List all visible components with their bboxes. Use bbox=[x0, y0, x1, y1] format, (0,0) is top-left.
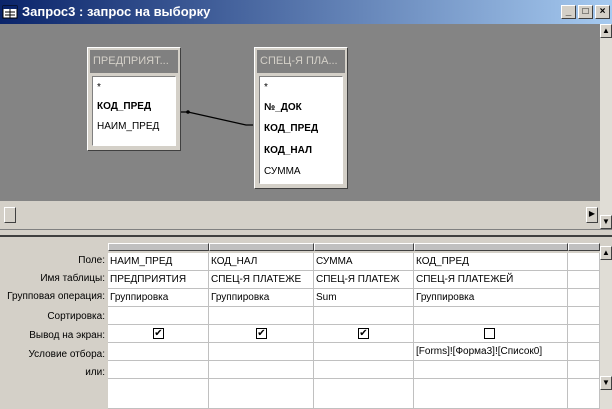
field-item[interactable]: №_ДОК bbox=[264, 102, 302, 113]
field-item[interactable]: * bbox=[264, 82, 268, 93]
grid-cell-criteria[interactable] bbox=[108, 343, 209, 361]
table-box-spec-platezhey[interactable]: СПЕЦ-Я ПЛА... * №_ДОК КОД_ПРЕД КОД_НАЛ С… bbox=[254, 47, 348, 189]
field-item[interactable]: * bbox=[97, 82, 101, 93]
grid-vertical-scrollbar[interactable]: ▲ ▼ bbox=[600, 246, 612, 409]
minimize-button[interactable]: _ bbox=[561, 5, 576, 19]
maximize-icon: □ bbox=[582, 6, 589, 17]
scroll-down-button[interactable]: ▼ bbox=[600, 215, 612, 229]
column-selector[interactable] bbox=[314, 243, 414, 251]
grid-cell-table[interactable]: СПЕЦ-Я ПЛАТЕЖЕЙ bbox=[414, 271, 568, 289]
grid-cell-table[interactable] bbox=[568, 271, 600, 289]
show-checkbox[interactable]: ✔ bbox=[256, 328, 267, 339]
scroll-up-button[interactable]: ▲ bbox=[600, 246, 612, 260]
scroll-down-button[interactable]: ▼ bbox=[600, 376, 612, 390]
grid-cell-blank[interactable] bbox=[314, 379, 414, 409]
scroll-right-icon: ▶ bbox=[588, 209, 596, 218]
grid-cell-show[interactable] bbox=[414, 325, 568, 343]
grid-cell-or[interactable] bbox=[209, 361, 314, 379]
grid-cell-blank[interactable] bbox=[414, 379, 568, 409]
query-icon bbox=[2, 5, 18, 19]
scroll-down-icon: ▼ bbox=[602, 217, 610, 226]
column-selector[interactable] bbox=[414, 243, 568, 251]
grid-cell-criteria[interactable] bbox=[314, 343, 414, 361]
grid-cell-show[interactable]: ✔ bbox=[209, 325, 314, 343]
scroll-up-button[interactable]: ▲ bbox=[600, 24, 612, 38]
grid-cell-field[interactable]: КОД_ПРЕД bbox=[414, 253, 568, 271]
show-checkbox[interactable]: ✔ bbox=[358, 328, 369, 339]
field-list[interactable]: * КОД_ПРЕД НАИМ_ПРЕД bbox=[92, 76, 176, 146]
grid-cell-or[interactable] bbox=[568, 361, 600, 379]
table-box-title[interactable]: ПРЕДПРИЯТ... bbox=[90, 50, 178, 73]
grid-cell-criteria[interactable] bbox=[209, 343, 314, 361]
grid-cell-group[interactable]: Sum bbox=[314, 289, 414, 307]
design-grid[interactable]: Поле: Имя таблицы: Групповая операция: С… bbox=[0, 237, 612, 409]
show-checkbox[interactable] bbox=[484, 328, 495, 339]
grid-cell-field[interactable]: СУММА bbox=[314, 253, 414, 271]
grid-cell-show[interactable]: ✔ bbox=[108, 325, 209, 343]
grid-cell-sort[interactable] bbox=[209, 307, 314, 325]
grid-cell-or[interactable] bbox=[414, 361, 568, 379]
scroll-right-button[interactable]: ▶ bbox=[586, 207, 598, 223]
field-item[interactable]: КОД_ПРЕД bbox=[264, 123, 318, 134]
grid-cell-field[interactable]: КОД_НАЛ bbox=[209, 253, 314, 271]
grid-cell-sort[interactable] bbox=[108, 307, 209, 325]
grid-cell-criteria[interactable]: [Forms]![Форма3]![Список0] bbox=[414, 343, 568, 361]
grid-cell-or[interactable] bbox=[314, 361, 414, 379]
row-label-field: Поле: bbox=[78, 255, 105, 266]
upper-horizontal-scrollbar[interactable]: ▶ bbox=[0, 201, 600, 229]
scroll-thumb[interactable] bbox=[4, 207, 16, 223]
table-pane[interactable]: ПРЕДПРИЯТ... * КОД_ПРЕД НАИМ_ПРЕД СПЕЦ-Я… bbox=[0, 24, 600, 201]
row-label-show: Вывод на экран: bbox=[29, 330, 105, 341]
scroll-up-icon: ▲ bbox=[602, 248, 610, 257]
row-label-or: или: bbox=[85, 367, 105, 378]
grid-cell-group[interactable] bbox=[568, 289, 600, 307]
grid-cell-group[interactable]: Группировка bbox=[414, 289, 568, 307]
show-checkbox[interactable]: ✔ bbox=[153, 328, 164, 339]
grid-cell-group[interactable]: Группировка bbox=[108, 289, 209, 307]
row-label-sort: Сортировка: bbox=[47, 311, 105, 322]
pane-splitter[interactable] bbox=[0, 229, 612, 237]
grid-cell-blank[interactable] bbox=[568, 379, 600, 409]
grid-cell-or[interactable] bbox=[108, 361, 209, 379]
upper-vertical-scrollbar[interactable]: ▲ ▼ bbox=[600, 24, 612, 229]
grid-cell-sort[interactable] bbox=[568, 307, 600, 325]
column-selector[interactable] bbox=[209, 243, 314, 251]
table-box-title[interactable]: СПЕЦ-Я ПЛА... bbox=[257, 50, 345, 73]
grid-cell-blank[interactable] bbox=[209, 379, 314, 409]
minimize-icon: _ bbox=[565, 6, 572, 17]
grid-cell-table[interactable]: ПРЕДПРИЯТИЯ bbox=[108, 271, 209, 289]
field-item[interactable]: КОД_ПРЕД bbox=[97, 101, 151, 112]
grid-cell-sort[interactable] bbox=[414, 307, 568, 325]
grid-cell-field[interactable] bbox=[568, 253, 600, 271]
scroll-down-icon: ▼ bbox=[602, 378, 610, 387]
grid-cell-criteria[interactable] bbox=[568, 343, 600, 361]
grid-cell-table[interactable]: СПЕЦ-Я ПЛАТЕЖ bbox=[314, 271, 414, 289]
grid-cell-group[interactable]: Группировка bbox=[209, 289, 314, 307]
table-box-predpriyatiya[interactable]: ПРЕДПРИЯТ... * КОД_ПРЕД НАИМ_ПРЕД bbox=[87, 47, 181, 151]
maximize-button[interactable]: □ bbox=[578, 5, 593, 19]
grid-cell-sort[interactable] bbox=[314, 307, 414, 325]
close-icon: × bbox=[599, 6, 606, 17]
row-label-criteria: Условие отбора: bbox=[28, 349, 105, 360]
window-title: Запрос3 : запрос на выборку bbox=[22, 4, 211, 19]
row-label-group: Групповая операция: bbox=[7, 291, 105, 302]
field-item[interactable]: КОД_НАЛ bbox=[264, 145, 312, 156]
grid-cell-blank[interactable] bbox=[108, 379, 209, 409]
grid-cell-show[interactable] bbox=[568, 325, 600, 343]
row-label-table: Имя таблицы: bbox=[40, 273, 105, 284]
column-selector[interactable] bbox=[108, 243, 209, 251]
grid-cell-field[interactable]: НАИМ_ПРЕД bbox=[108, 253, 209, 271]
grid-cell-table[interactable]: СПЕЦ-Я ПЛАТЕЖЕ bbox=[209, 271, 314, 289]
scroll-up-icon: ▲ bbox=[602, 26, 610, 35]
field-list[interactable]: * №_ДОК КОД_ПРЕД КОД_НАЛ СУММА bbox=[259, 76, 343, 184]
column-selector[interactable] bbox=[568, 243, 600, 251]
grid-cell-show[interactable]: ✔ bbox=[314, 325, 414, 343]
field-item[interactable]: СУММА bbox=[264, 166, 301, 177]
title-bar[interactable]: Запрос3 : запрос на выборку _ □ × bbox=[0, 0, 612, 24]
close-button[interactable]: × bbox=[595, 5, 610, 19]
field-item[interactable]: НАИМ_ПРЕД bbox=[97, 121, 159, 132]
